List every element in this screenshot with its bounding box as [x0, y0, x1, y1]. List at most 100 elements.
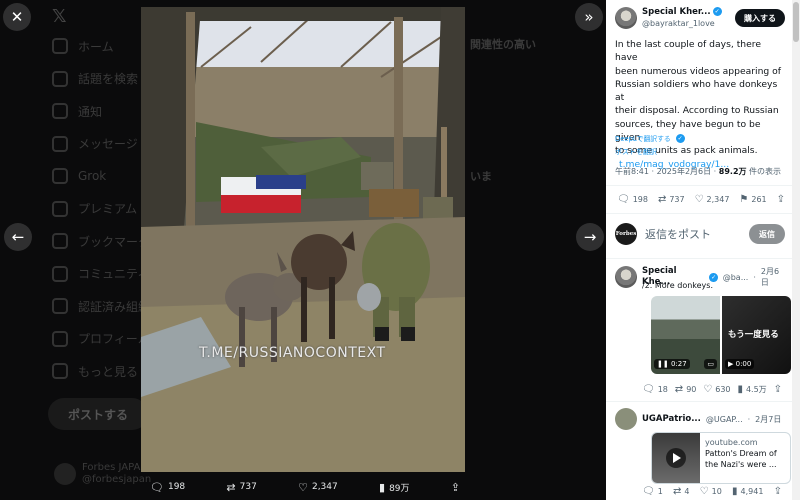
repost-icon: ⇄	[226, 480, 236, 494]
repost-icon: ⇄	[657, 194, 667, 205]
verified-badge-icon: ✓	[712, 7, 722, 16]
bookmark-icon	[52, 233, 68, 250]
like-stat[interactable]: ♡ 630	[703, 384, 730, 395]
share-stat[interactable]: ⇪	[774, 486, 782, 497]
scrollbar-thumb[interactable]	[793, 2, 799, 42]
repost-action[interactable]: ⇄ 737	[226, 481, 256, 494]
nav-item: メッセージ	[52, 128, 150, 161]
author-name[interactable]: Special Kher...	[642, 7, 711, 17]
avatar: Forbes	[615, 223, 637, 245]
post-date: 2月6日	[760, 267, 780, 287]
reply-input[interactable]: 返信をポスト	[645, 226, 711, 242]
reply-button[interactable]: 返信	[749, 224, 785, 244]
nav-item: 通知	[52, 95, 150, 128]
analytics-icon: ▮	[732, 486, 738, 497]
reply-stat[interactable]: 🗨 1	[642, 486, 663, 497]
reply-post[interactable]: Special Khe... ✓ @ba... · 2月6日 /2. More …	[615, 266, 791, 398]
views-action[interactable]: ▮ 89万	[379, 481, 410, 494]
author-handle[interactable]: @bayraktar_1love	[642, 18, 722, 29]
collapse-panel-button[interactable]: »	[575, 3, 603, 31]
close-button[interactable]: ✕	[3, 3, 31, 31]
post-photo[interactable]: T.ME/RUSSIANOCONTEXT	[141, 7, 465, 472]
scrollbar[interactable]	[792, 0, 800, 500]
reply-composer: Forbes 返信をポスト 返信	[615, 223, 785, 245]
pause-icon[interactable]: ❚❚	[657, 360, 669, 368]
play-icon[interactable]: ▶	[728, 360, 733, 368]
nav-item: もっと見る	[52, 355, 150, 388]
views-stat[interactable]: ▮ 4,941	[732, 486, 763, 497]
replay-button[interactable]: もう一度見る	[728, 328, 779, 340]
buy-button[interactable]: 購入する	[735, 9, 785, 27]
analytics-icon: ▮	[737, 384, 743, 395]
verified-org-icon	[52, 298, 68, 315]
repost-stat[interactable]: ⇄ 4	[673, 486, 689, 497]
video-thumbnail[interactable]: もう一度見る ▶ 0:00	[722, 296, 791, 374]
viewer-action-bar: 🗨 198 ⇄ 737 ♡ 2,347 ▮ 89万 ⇪	[150, 476, 460, 498]
translate-post-link[interactable]: ポストを翻訳	[615, 147, 657, 157]
deepl-translate-link[interactable]: DeepLで翻訳する ✓	[615, 133, 685, 143]
avatar	[54, 463, 76, 485]
bookmark-stat[interactable]: ⚑ 261	[739, 194, 766, 205]
nav-item: Grok	[52, 160, 150, 193]
views-stat[interactable]: ▮ 4.5万	[737, 384, 766, 395]
card-domain: youtube.com	[705, 438, 758, 447]
post-header: Special Kher... ✓ @bayraktar_1love 購入する	[615, 7, 785, 29]
like-stat[interactable]: ♡ 10	[700, 486, 722, 497]
share-stat[interactable]: ⇪	[774, 384, 782, 395]
avatar[interactable]	[615, 7, 637, 29]
author-name[interactable]: UGAPatrio...	[642, 414, 701, 425]
photo-illustration	[141, 7, 465, 472]
nav-item: プロフィール	[52, 323, 150, 356]
nav-item: 認証済み組織	[52, 290, 150, 323]
share-icon: ⇪	[776, 194, 785, 205]
next-image-button[interactable]: →	[576, 223, 604, 251]
arrow-right-icon: →	[583, 228, 597, 246]
previous-image-button[interactable]: ←	[4, 223, 32, 251]
deepl-icon: ✓	[675, 133, 685, 143]
like-action[interactable]: ♡ 2,347	[298, 481, 338, 494]
reply-stat[interactable]: 🗨 18	[642, 384, 668, 395]
divider	[606, 213, 792, 214]
heart-icon: ♡	[298, 480, 308, 494]
photo-watermark: T.ME/RUSSIANOCONTEXT	[199, 345, 386, 361]
more-icon	[52, 363, 68, 380]
author-handle: @ba...	[722, 272, 749, 282]
post-date: 2月7日	[755, 414, 782, 424]
play-icon	[666, 448, 686, 468]
avatar[interactable]	[615, 408, 637, 430]
reply-icon: 🗨	[150, 480, 164, 494]
premium-icon	[52, 200, 68, 217]
close-icon: ✕	[10, 8, 24, 26]
share-stat[interactable]: ⇪	[777, 194, 785, 205]
card-title: the Nazi's were ...	[705, 460, 777, 469]
divider	[606, 401, 792, 402]
background-right-column: 関連性の高い いま	[470, 38, 536, 183]
captions-icon[interactable]: ▭	[704, 359, 717, 369]
nav-item: ホーム	[52, 30, 150, 63]
share-action[interactable]: ⇪	[451, 481, 460, 494]
reply-stat[interactable]: 🗨 198	[617, 194, 648, 205]
background-nav: ホーム 話題を検索 通知 メッセージ Grok プレミアム ブックマーク コミュ…	[52, 30, 150, 388]
chevrons-right-icon: »	[584, 8, 594, 26]
repost-stat[interactable]: ⇄ 90	[675, 384, 697, 395]
bookmark-icon: ⚑	[739, 194, 749, 205]
search-icon	[52, 70, 68, 87]
link-card[interactable]: youtube.com Patton's Dream of the Nazi's…	[651, 432, 791, 484]
reply-post[interactable]: UGAPatrio... @UGAP... · 2月7日 youtube.com…	[615, 408, 791, 500]
reply-icon: 🗨	[642, 486, 655, 497]
repost-stat[interactable]: ⇄ 737	[658, 194, 685, 205]
like-stat[interactable]: ♡ 2,347	[695, 194, 730, 205]
reply-media[interactable]: ❚❚ 0:27 ▭ もう一度見る ▶ 0:00	[651, 296, 791, 374]
reply-action[interactable]: 🗨 198	[150, 481, 185, 494]
nav-item: 話題を検索	[52, 63, 150, 96]
post-stats: 🗨 198 ⇄ 737 ♡ 2,347 ⚑ 261 ⇪	[617, 194, 785, 205]
background-account: Forbes JAPAN @forbesjapan	[54, 462, 151, 486]
repost-icon: ⇄	[672, 486, 682, 497]
analytics-icon: ▮	[379, 480, 386, 494]
avatar[interactable]	[615, 266, 637, 288]
post-detail-panel: Special Kher... ✓ @bayraktar_1love 購入する I…	[606, 0, 792, 500]
video-thumbnail[interactable]: ❚❚ 0:27 ▭	[651, 296, 720, 374]
share-icon: ⇪	[773, 384, 782, 395]
heart-icon: ♡	[703, 384, 713, 395]
share-icon: ⇪	[773, 486, 782, 497]
